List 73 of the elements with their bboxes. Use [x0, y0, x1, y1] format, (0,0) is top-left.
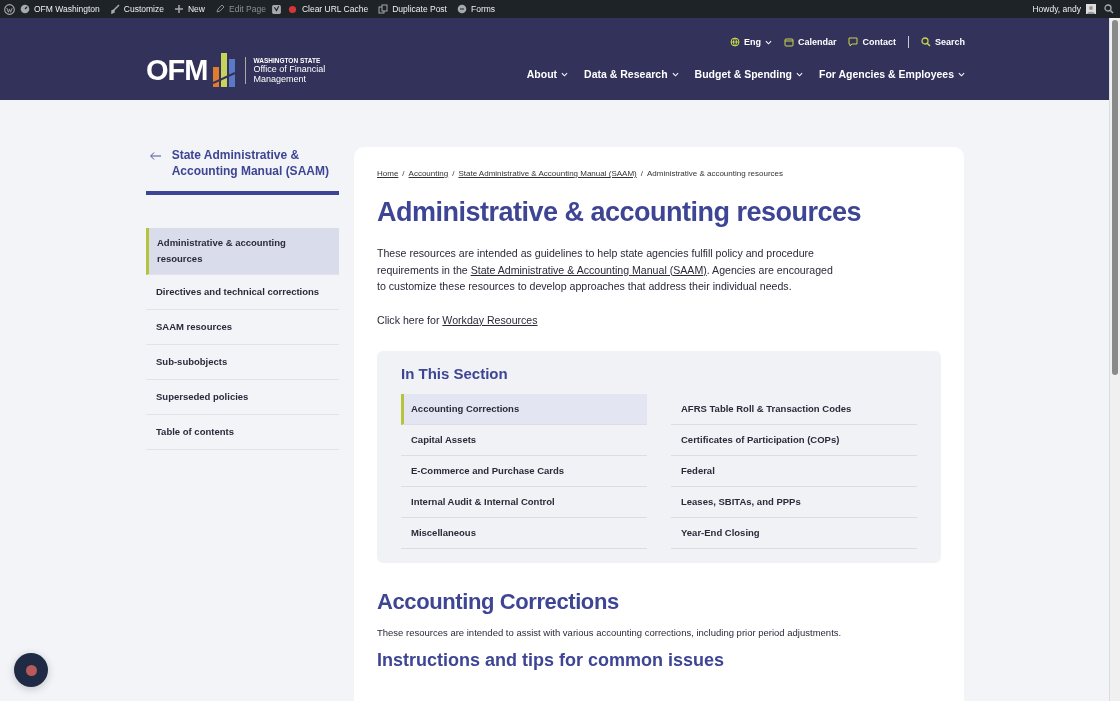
globe-icon — [729, 37, 740, 47]
wordpress-icon — [4, 3, 15, 15]
section-link[interactable]: Year-End Closing — [671, 518, 917, 549]
chat-icon — [848, 37, 859, 47]
copy-icon — [378, 4, 389, 14]
utility-link[interactable]: Calendar — [783, 37, 837, 47]
brush-icon — [109, 4, 120, 14]
admin-bar-link[interactable]: New — [169, 0, 210, 18]
nav-link[interactable]: Data & Research — [584, 68, 679, 80]
breadcrumb-separator: / — [452, 169, 455, 178]
page-title: Administrative & accounting resources — [377, 197, 863, 228]
search-icon — [920, 37, 931, 47]
yoast-icon — [270, 3, 282, 15]
subsection-heading: Instructions and tips for common issues — [377, 650, 726, 671]
section-link[interactable]: Accounting Corrections — [401, 394, 647, 425]
nav-link[interactable]: About — [526, 68, 569, 80]
breadcrumb-separator: / — [402, 169, 405, 178]
chevron-down-icon — [764, 39, 772, 45]
breadcrumb-link[interactable]: State Administrative & Accounting Manual (SAAM) — [458, 169, 637, 178]
scrollbar[interactable] — [1109, 18, 1120, 701]
chevron-down-icon — [958, 71, 965, 77]
sidebar-item[interactable]: Directives and technical corrections — [146, 275, 339, 310]
utility-link[interactable]: Eng — [729, 37, 772, 47]
nav-link[interactable]: Budget & Spending — [694, 68, 803, 80]
section-link[interactable]: Capital Assets — [401, 425, 647, 456]
back-arrow-icon[interactable] — [150, 149, 162, 163]
logo-wordmark[interactable]: OFM — [146, 53, 208, 87]
breadcrumb-current[interactable]: Administrative & accounting resources — [646, 169, 783, 178]
nav-link[interactable]: For Agencies & Employees — [819, 68, 965, 80]
chevron-down-icon — [561, 71, 569, 77]
logo-name: Office of Financial Management — [253, 63, 327, 84]
section-link[interactable]: Miscellaneous — [401, 518, 647, 549]
sidebar-item[interactable]: Table of contents — [146, 415, 339, 450]
section-heading: Accounting Corrections — [377, 589, 620, 615]
utility-link[interactable]: Contact — [848, 37, 896, 47]
section-panel-title: In This Section — [401, 365, 509, 382]
breadcrumb-link[interactable]: Accounting — [408, 169, 449, 178]
breadcrumb-separator: / — [640, 169, 643, 178]
section-link[interactable]: E-Commerce and Purchase Cards — [401, 456, 647, 487]
section-link[interactable]: Internal Audit & Internal Control — [401, 487, 647, 518]
section-link[interactable]: Leases, SBITAs, and PPPs — [671, 487, 917, 518]
status-dot-icon — [287, 4, 297, 14]
section-link[interactable]: AFRS Table Roll & Transaction Codes — [671, 394, 917, 425]
chevron-down-icon — [671, 71, 679, 77]
admin-bar-link[interactable]: OFM Washington — [15, 0, 105, 18]
section-link[interactable]: Certificates of Participation (COPs) — [671, 425, 917, 456]
sidebar-item[interactable]: Administrative & accounting resources — [146, 228, 339, 275]
admin-bar-link[interactable]: Customize — [104, 0, 169, 18]
workday-paragraph: Click here for Workday Resources — [377, 312, 539, 328]
section-text: These resources are intended to assist with various accounting corrections, including prior period adjustments. — [377, 627, 843, 638]
admin-bar-link[interactable]: Duplicate Post — [373, 0, 452, 18]
gauge-icon — [20, 4, 30, 14]
sidebar-item[interactable]: Superseded policies — [146, 380, 339, 415]
sidebar-item[interactable]: Sub-subobjects — [146, 345, 339, 380]
search-icon — [1104, 4, 1114, 14]
admin-bar-link[interactable]: Forms — [452, 0, 501, 18]
account-link[interactable]: Howdy, andy — [1027, 0, 1086, 18]
pencil-icon — [215, 4, 225, 14]
chat-launcher-button[interactable] — [14, 653, 48, 687]
admin-bar-link[interactable]: Clear URL Cache — [296, 0, 374, 18]
inline-link[interactable]: Workday Resources — [442, 313, 538, 326]
section-link[interactable]: Federal — [671, 456, 917, 487]
sidebar-title[interactable]: State Administrative & Accounting Manual (SAAM) — [171, 147, 339, 179]
inline-link[interactable]: State Administrative & Accounting Manual (SAAM) — [470, 263, 707, 276]
calendar-icon — [783, 37, 794, 47]
form-icon — [457, 4, 467, 14]
breadcrumb-link[interactable]: Home — [377, 169, 399, 178]
chevron-down-icon — [796, 71, 803, 77]
sidebar-item[interactable]: SAAM resources — [146, 310, 339, 345]
avatar-icon — [1086, 4, 1096, 14]
utility-link[interactable]: Search — [920, 37, 965, 47]
intro-paragraph: These resources are intended as guidelines to help state agencies fulfill policy and procedure requirements in the State Administrative & Accounting Manual (SAAM). Agencies are encouraged to customize these resources to develop approaches that address their individual needs. — [377, 246, 834, 294]
plus-icon — [174, 4, 184, 14]
